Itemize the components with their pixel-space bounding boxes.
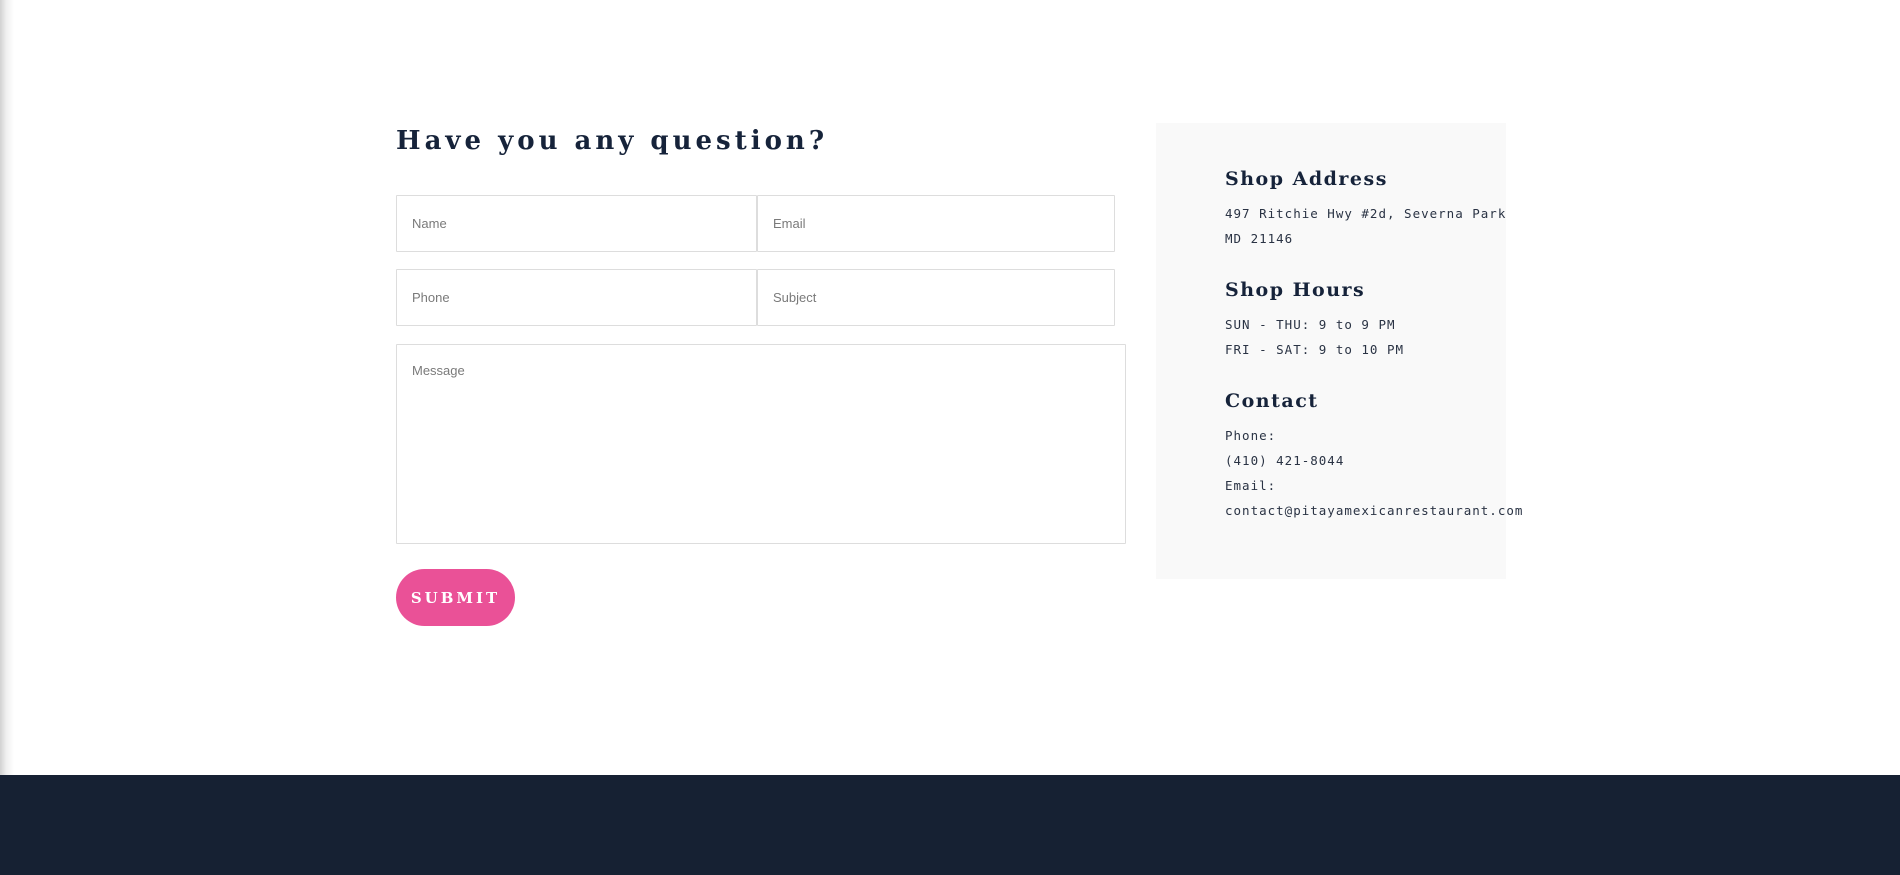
- phone-link[interactable]: (410) 421-8044: [1225, 448, 1495, 473]
- hours-heading: Shop Hours: [1225, 279, 1366, 301]
- hours-line: FRI - SAT: 9 to 10 PM: [1225, 342, 1405, 357]
- address-line: 497 Ritchie Hwy #2d, Severna Park: [1225, 206, 1507, 221]
- contact-heading: Contact: [1225, 390, 1319, 412]
- hours-block: Shop Hours SUN - THU: 9 to 9 PM FRI - SA…: [1225, 278, 1495, 362]
- address-heading: Shop Address: [1225, 168, 1388, 190]
- site-footer: [0, 775, 1900, 875]
- email-label: Email:: [1225, 478, 1277, 493]
- contact-block: Contact Phone: (410) 421-8044 Email: con…: [1225, 389, 1522, 523]
- name-input[interactable]: [396, 195, 757, 252]
- address-block: Shop Address 497 Ritchie Hwy #2d, Severn…: [1225, 167, 1507, 251]
- subject-input[interactable]: [757, 269, 1115, 326]
- hours-line: SUN - THU: 9 to 9 PM: [1225, 317, 1396, 332]
- shop-info-card: Shop Address 497 Ritchie Hwy #2d, Severn…: [1156, 123, 1522, 579]
- shop-info-content: Shop Address 497 Ritchie Hwy #2d, Severn…: [1225, 167, 1522, 550]
- form-title: Have you any question?: [396, 126, 829, 156]
- email-input[interactable]: [757, 195, 1115, 252]
- phone-input[interactable]: [396, 269, 757, 326]
- phone-label: Phone:: [1225, 428, 1277, 443]
- address-line: MD 21146: [1225, 231, 1294, 246]
- message-textarea[interactable]: [396, 344, 1126, 544]
- submit-button[interactable]: SUBMIT: [396, 569, 515, 626]
- email-link[interactable]: contact@pitayamexicanrestaurant.com: [1225, 498, 1522, 523]
- contact-page: Have you any question? SUBMIT Shop Addre…: [0, 0, 1900, 875]
- left-edge-shadow: [0, 0, 14, 775]
